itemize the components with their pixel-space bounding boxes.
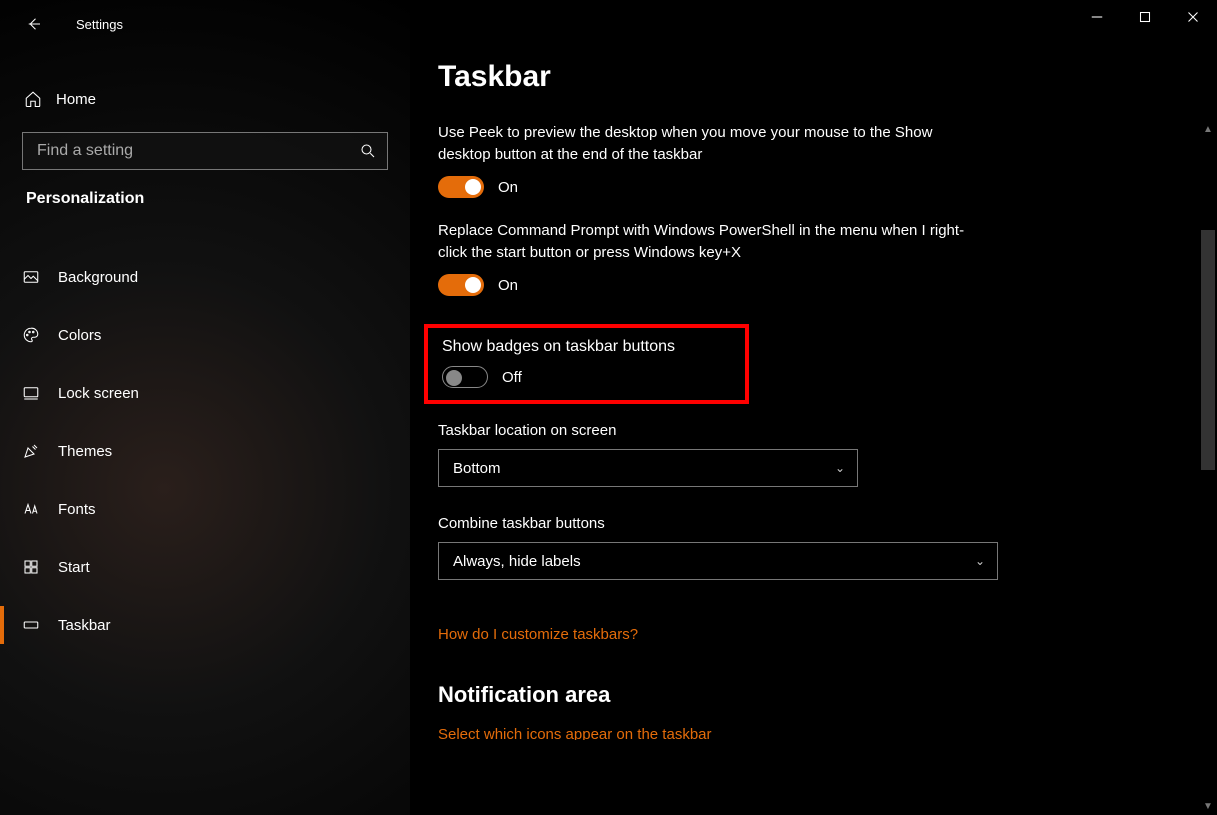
- search-box[interactable]: [22, 132, 388, 170]
- toggle-state-label: On: [498, 277, 518, 294]
- chevron-down-icon: ⌄: [835, 461, 845, 475]
- category-label: Personalization: [0, 170, 410, 208]
- themes-icon: [22, 442, 58, 460]
- home-icon: [24, 90, 56, 108]
- toggle-powershell[interactable]: [438, 274, 484, 296]
- link-select-icons[interactable]: Select which icons appear on the taskbar: [438, 726, 1130, 740]
- toggle-badges[interactable]: [442, 366, 488, 388]
- toggle-peek[interactable]: [438, 176, 484, 198]
- link-customize-taskbars[interactable]: How do I customize taskbars?: [438, 626, 638, 643]
- close-button[interactable]: [1169, 0, 1217, 34]
- setting-taskbar-location: Taskbar location on screen Bottom ⌄: [438, 422, 1130, 487]
- lock-screen-icon: [22, 384, 58, 402]
- dropdown-combine-buttons[interactable]: Always, hide labels ⌄: [438, 542, 998, 580]
- start-icon: [22, 558, 58, 576]
- vertical-scrollbar[interactable]: ▲ ▼: [1199, 120, 1217, 815]
- search-input[interactable]: [37, 142, 359, 160]
- maximize-icon: [1136, 8, 1154, 26]
- app-title: Settings: [76, 17, 123, 32]
- fonts-icon: [22, 500, 58, 518]
- minimize-icon: [1088, 8, 1106, 26]
- maximize-button[interactable]: [1121, 0, 1169, 34]
- sidebar-item-background[interactable]: Background: [0, 248, 410, 306]
- sidebar-item-themes[interactable]: Themes: [0, 422, 410, 480]
- sidebar-item-lock-screen[interactable]: Lock screen: [0, 364, 410, 422]
- sidebar-item-label: Colors: [58, 327, 101, 344]
- dropdown-value: Bottom: [453, 460, 501, 477]
- close-icon: [1184, 8, 1202, 26]
- setting-label: Taskbar location on screen: [438, 422, 1130, 439]
- scroll-up-button[interactable]: ▲: [1199, 120, 1217, 138]
- chevron-down-icon: ⌄: [975, 554, 985, 568]
- setting-description: Show badges on taskbar buttons: [442, 338, 675, 356]
- toggle-state-label: Off: [502, 369, 522, 386]
- setting-description: Replace Command Prompt with Windows Powe…: [438, 220, 978, 264]
- scroll-down-button[interactable]: ▼: [1199, 797, 1217, 815]
- home-label: Home: [56, 91, 96, 108]
- setting-powershell: Replace Command Prompt with Windows Powe…: [438, 220, 1130, 296]
- taskbar-icon: [22, 616, 58, 634]
- highlighted-setting: Show badges on taskbar buttons Off: [424, 324, 749, 404]
- home-button[interactable]: Home: [0, 74, 410, 124]
- sidebar-item-label: Fonts: [58, 501, 96, 518]
- sidebar-item-taskbar[interactable]: Taskbar: [0, 596, 410, 654]
- sidebar-item-colors[interactable]: Colors: [0, 306, 410, 364]
- sidebar: Settings Home Personalization Background…: [0, 0, 410, 815]
- dropdown-value: Always, hide labels: [453, 553, 581, 570]
- sidebar-item-start[interactable]: Start: [0, 538, 410, 596]
- sidebar-item-fonts[interactable]: Fonts: [0, 480, 410, 538]
- dropdown-taskbar-location[interactable]: Bottom ⌄: [438, 449, 858, 487]
- palette-icon: [22, 326, 58, 344]
- arrow-left-icon: [25, 15, 43, 33]
- picture-icon: [22, 268, 58, 286]
- toggle-state-label: On: [498, 179, 518, 196]
- page-title: Taskbar: [438, 60, 1130, 94]
- setting-peek: Use Peek to preview the desktop when you…: [438, 122, 1130, 198]
- sidebar-item-label: Themes: [58, 443, 112, 460]
- section-title-notification: Notification area: [438, 682, 1130, 708]
- setting-combine-buttons: Combine taskbar buttons Always, hide lab…: [438, 515, 1130, 580]
- setting-label: Combine taskbar buttons: [438, 515, 1130, 532]
- main-content: Taskbar Use Peek to preview the desktop …: [410, 0, 1217, 815]
- sidebar-item-label: Taskbar: [58, 617, 111, 634]
- minimize-button[interactable]: [1073, 0, 1121, 34]
- search-icon: [359, 142, 377, 160]
- sidebar-item-label: Start: [58, 559, 90, 576]
- back-button[interactable]: [20, 15, 48, 33]
- scrollbar-thumb[interactable]: [1201, 230, 1215, 470]
- sidebar-item-label: Background: [58, 269, 138, 286]
- setting-description: Use Peek to preview the desktop when you…: [438, 122, 978, 166]
- sidebar-item-label: Lock screen: [58, 385, 139, 402]
